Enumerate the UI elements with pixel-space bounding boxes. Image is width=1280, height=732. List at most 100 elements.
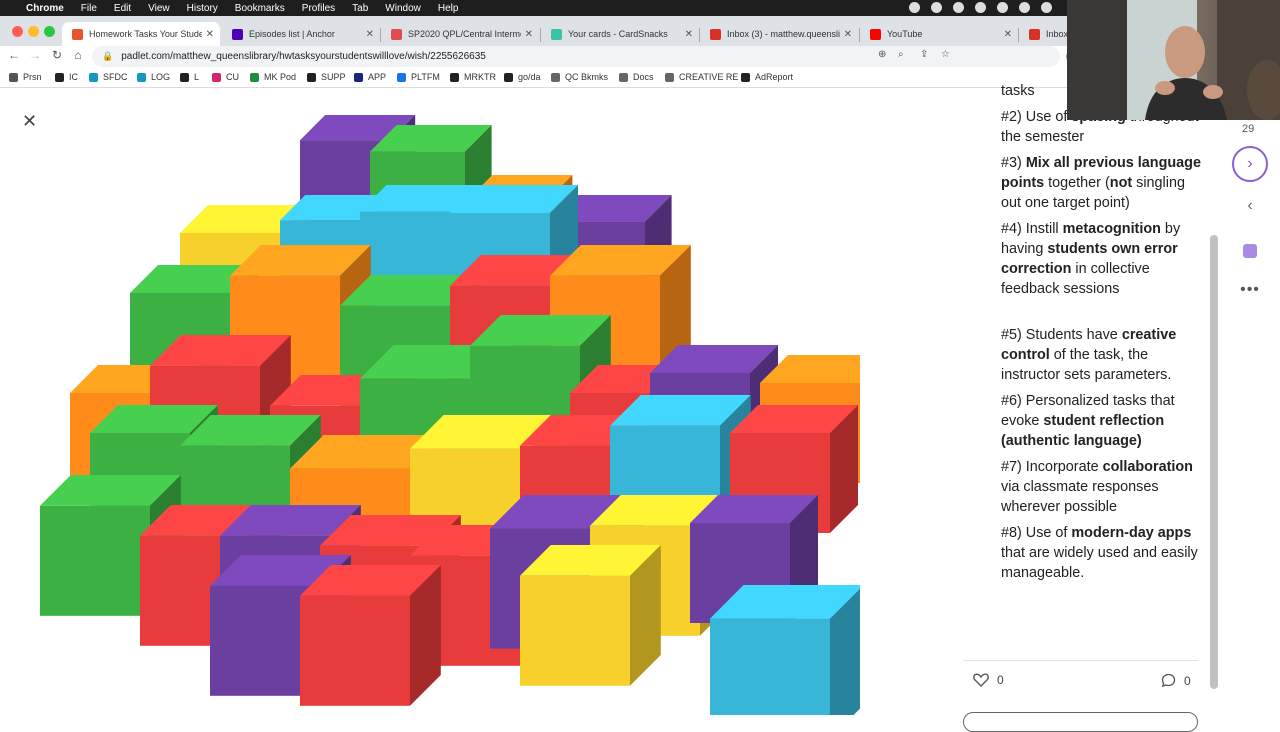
menu-edit[interactable]: Edit xyxy=(114,3,131,14)
close-window-button[interactable] xyxy=(12,26,23,37)
bookmark-item[interactable]: APP xyxy=(354,72,386,82)
status-tray xyxy=(909,2,1052,13)
lock-icon[interactable]: 🔒 xyxy=(102,51,113,62)
home-icon[interactable]: ⌂ xyxy=(70,48,86,62)
tray-icon[interactable] xyxy=(975,2,986,13)
card-scrollbar[interactable] xyxy=(1210,235,1218,689)
bookmark-item[interactable]: go/da xyxy=(504,72,541,82)
tab-favicon-icon xyxy=(391,28,402,40)
browser-tab[interactable]: YouTube ✕ xyxy=(860,22,1018,46)
note-icon[interactable] xyxy=(1243,244,1257,258)
bookmark-label: CU xyxy=(226,72,239,82)
bookmark-label: IC xyxy=(69,72,78,82)
tab-close-icon[interactable]: ✕ xyxy=(685,29,693,40)
comment-icon xyxy=(1161,673,1176,688)
tray-icon[interactable] xyxy=(931,2,942,13)
tab-close-icon[interactable]: ✕ xyxy=(206,29,214,40)
menu-app-name[interactable]: Chrome xyxy=(26,3,64,14)
bookmark-icon xyxy=(397,72,406,82)
tab-favicon-icon xyxy=(710,28,721,40)
browser-tab[interactable]: Inbox (3) - matthew.queenslibr ✕ xyxy=(700,22,858,46)
tray-icon[interactable] xyxy=(1019,2,1030,13)
bookmark-label: CREATIVE RE xyxy=(679,72,739,82)
browser-tab[interactable]: Your cards - CardSnacks ✕ xyxy=(541,22,699,46)
browser-tab[interactable]: Homework Tasks Your Student ✕ xyxy=(62,22,220,46)
zoom-window-button[interactable] xyxy=(44,26,55,37)
bookmark-icon xyxy=(741,72,750,82)
bookmark-label: LOG xyxy=(151,72,171,82)
tray-icon[interactable] xyxy=(1041,2,1052,13)
chevron-left-icon: ‹ xyxy=(1247,197,1253,214)
bookmark-item[interactable]: SFDC xyxy=(89,72,128,82)
bookmark-item[interactable]: PLTFM xyxy=(397,72,440,82)
post-body: tasks#2) Use of spacing throughout the s… xyxy=(1001,83,1207,589)
menu-tab[interactable]: Tab xyxy=(352,3,368,14)
forward-arrow-icon[interactable]: → xyxy=(27,48,43,62)
bookmark-item[interactable]: AdReport xyxy=(741,72,793,82)
bookmark-item[interactable]: IC xyxy=(55,72,78,82)
webcam-overlay xyxy=(1067,0,1280,120)
tab-title: SP2020 QPL/Central Intermedi xyxy=(408,29,521,39)
bookmark-item[interactable]: Prsn xyxy=(9,72,42,82)
browser-tab[interactable]: Inbox ( xyxy=(1019,22,1067,46)
bookmark-icon xyxy=(250,72,259,82)
bookmark-item[interactable]: L xyxy=(180,72,199,82)
menu-help[interactable]: Help xyxy=(438,3,459,14)
post-text: #8) Use of xyxy=(1001,525,1072,541)
menu-file[interactable]: File xyxy=(81,3,97,14)
bookmark-item[interactable]: Docs xyxy=(619,72,654,82)
menu-history[interactable]: History xyxy=(187,3,218,14)
post-text: #4) Instill xyxy=(1001,221,1063,237)
address-bar[interactable]: 🔒 padlet.com/matthew_queenslibrary/hwtas… xyxy=(92,46,1060,67)
tab-close-icon[interactable]: ✕ xyxy=(844,29,852,40)
minimize-window-button[interactable] xyxy=(28,26,39,37)
bookmark-label: APP xyxy=(368,72,387,82)
tab-close-icon[interactable]: ✕ xyxy=(1004,29,1012,40)
menu-window[interactable]: Window xyxy=(385,3,421,14)
tab-close-icon[interactable]: ✕ xyxy=(366,29,374,40)
browser-tab[interactable]: SP2020 QPL/Central Intermedi ✕ xyxy=(381,22,539,46)
tray-icon[interactable] xyxy=(909,2,920,13)
menu-profiles[interactable]: Profiles xyxy=(302,3,335,14)
bookmark-star-icon[interactable]: ☆ xyxy=(941,49,950,60)
bookmark-item[interactable]: CREATIVE RE xyxy=(665,72,738,82)
bookmark-item[interactable]: QC Bkmks xyxy=(551,72,608,82)
tab-title: Inbox ( xyxy=(1046,29,1067,39)
like-button[interactable]: 0 xyxy=(973,673,1004,687)
bookmark-icon xyxy=(450,72,459,82)
tab-favicon-icon xyxy=(1029,28,1040,40)
tray-icon[interactable] xyxy=(997,2,1008,13)
bookmark-item[interactable]: MRKTR xyxy=(450,72,496,82)
tab-title: YouTube xyxy=(887,29,923,39)
install-icon[interactable]: ⊕ xyxy=(878,49,886,60)
bookmark-item[interactable]: LOG xyxy=(137,72,170,82)
more-options-icon[interactable]: ••• xyxy=(1240,281,1260,299)
bookmark-label: go/da xyxy=(518,72,541,82)
bookmark-label: MRKTR xyxy=(464,72,496,82)
bookmark-icon xyxy=(504,72,513,82)
bookmark-item[interactable]: SUPP xyxy=(307,72,346,82)
post-text: #3) xyxy=(1001,155,1026,171)
tab-close-icon[interactable]: ✕ xyxy=(525,29,533,40)
browser-tab[interactable]: Episodes list | Anchor ✕ xyxy=(222,22,380,46)
zoom-icon[interactable]: ⌕ xyxy=(898,49,904,60)
bookmark-icon xyxy=(551,72,560,82)
comment-button[interactable]: 0 xyxy=(1161,673,1191,688)
post-viewer: ✕ tasks#2) Use of spacing throughout the… xyxy=(0,83,1280,732)
bookmark-item[interactable]: CU xyxy=(212,72,239,82)
menu-view[interactable]: View xyxy=(148,3,170,14)
share-icon[interactable]: ⇪ xyxy=(920,49,928,60)
bookmark-item[interactable]: MK Pod xyxy=(250,72,296,82)
back-arrow-icon[interactable]: ← xyxy=(6,48,22,62)
divider xyxy=(963,660,1198,661)
comment-input[interactable] xyxy=(963,712,1198,732)
reload-icon[interactable]: ↻ xyxy=(49,48,65,62)
menu-bookmarks[interactable]: Bookmarks xyxy=(235,3,285,14)
tray-icon[interactable] xyxy=(953,2,964,13)
bookmark-label: L xyxy=(194,72,200,82)
emphasized-text: collaboration xyxy=(1102,459,1193,475)
bookmark-icon xyxy=(307,72,316,82)
post-list-item: #4) Instill metacognition by having stud… xyxy=(1001,219,1207,299)
next-post-button[interactable]: › xyxy=(1232,146,1268,182)
previous-post-button[interactable]: ‹ xyxy=(1240,197,1260,217)
